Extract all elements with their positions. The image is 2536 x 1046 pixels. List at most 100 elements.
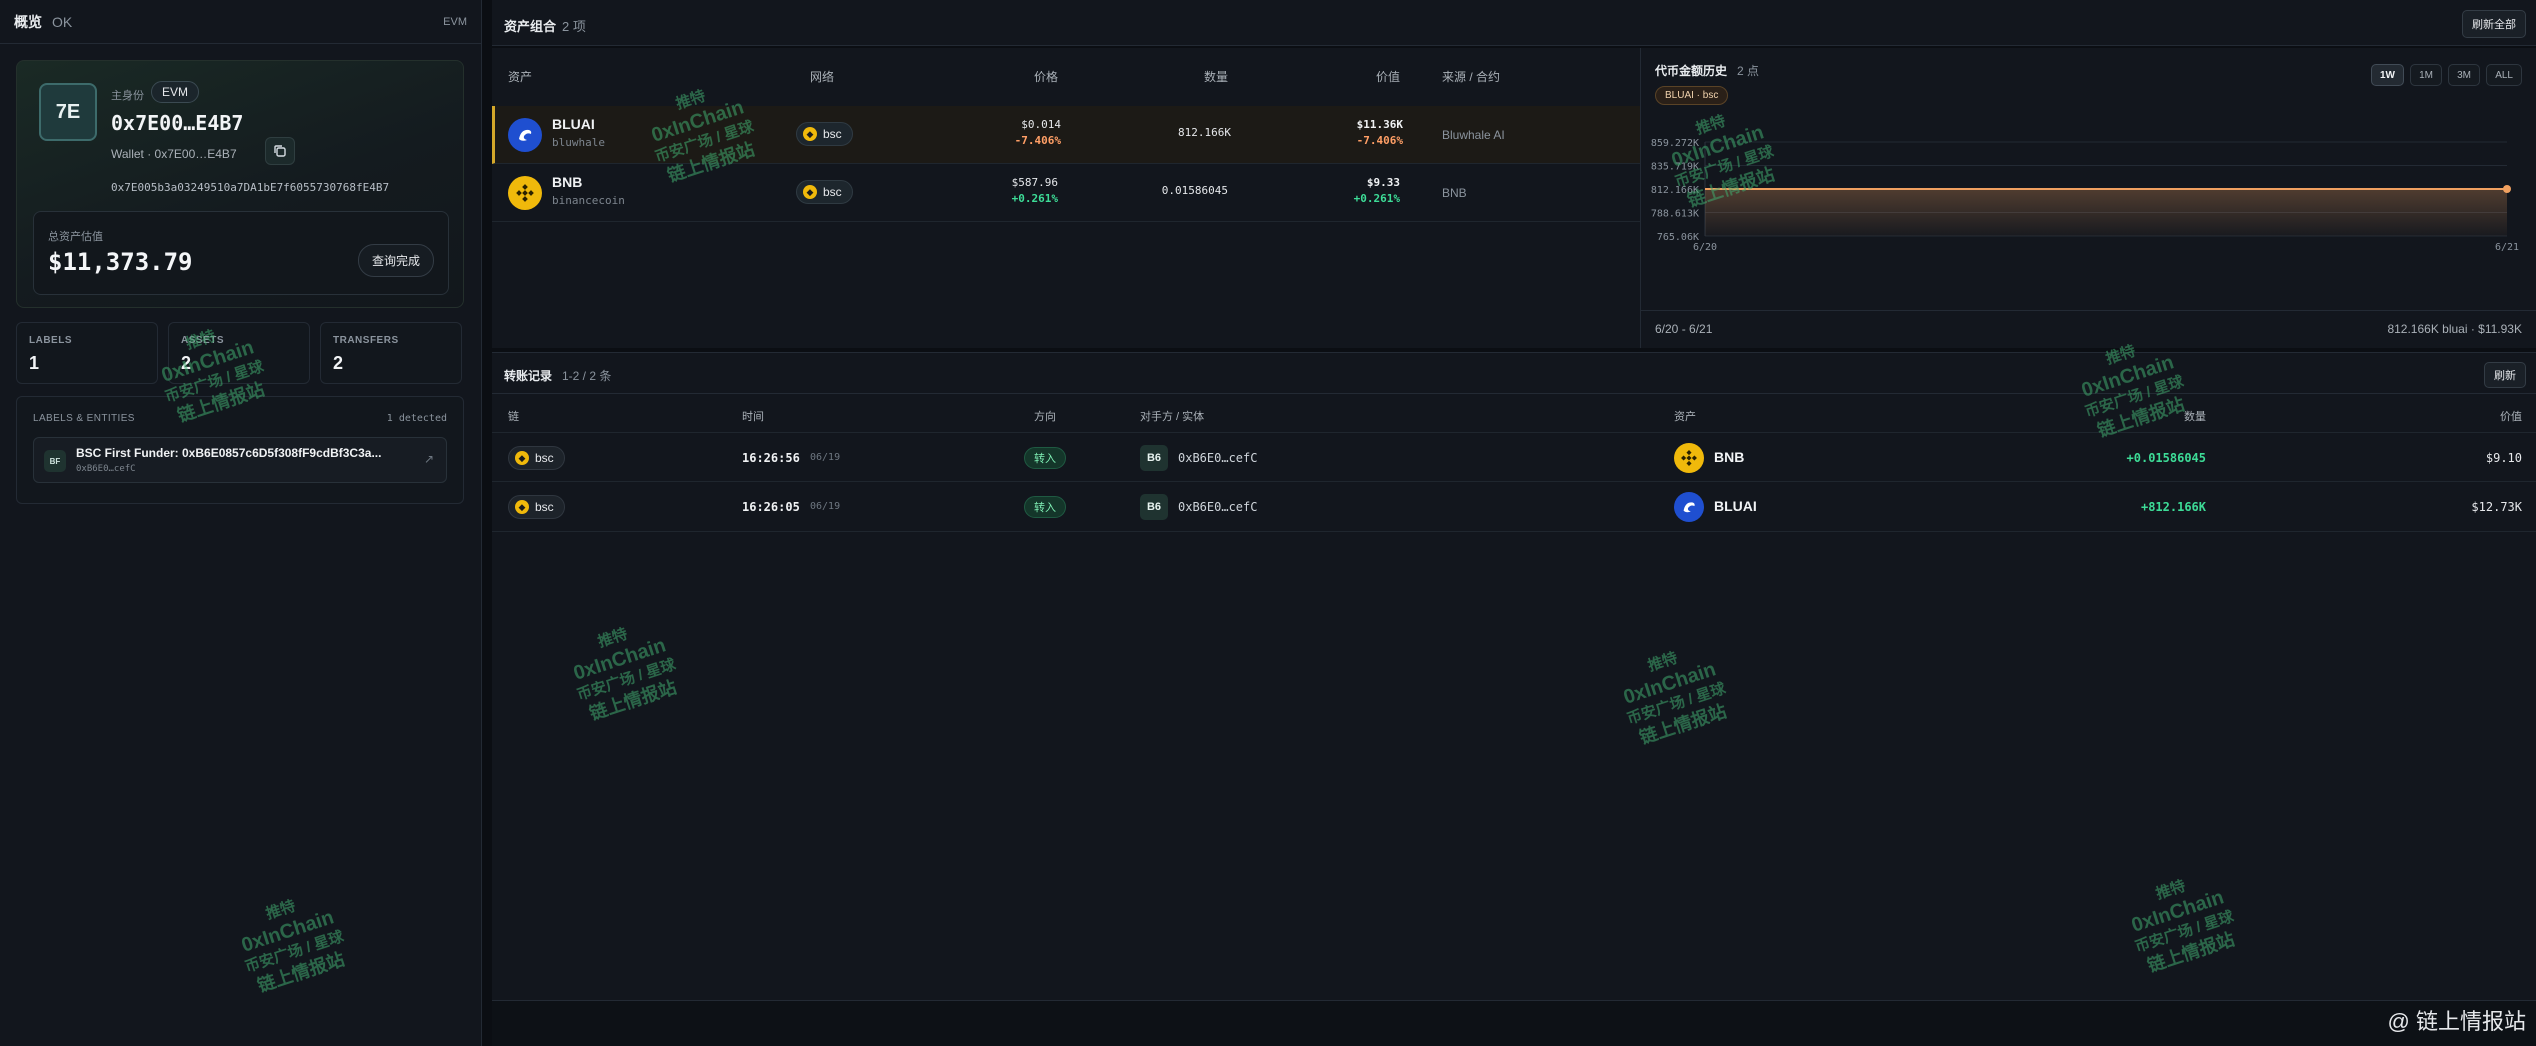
- y-tick-label: 835.719K: [1651, 162, 1699, 173]
- history-chart: 859.272K835.719K812.166K788.613K765.06K6…: [1651, 138, 2519, 253]
- transfer-qty: +0.01586045: [2126, 451, 2206, 465]
- chain-label: bsc: [535, 451, 554, 465]
- direction-chip: 转入: [1024, 496, 1066, 518]
- counterparty-address[interactable]: 0xB6E0…cefC: [1178, 451, 1257, 465]
- wallet-line: Wallet · 0x7E00…E4B7: [111, 147, 237, 161]
- history-token-chip[interactable]: BLUAI · bsc: [1655, 86, 1729, 105]
- stat-value: 2: [333, 353, 344, 373]
- corner-watermark: @ 链上情报站: [2387, 1009, 2526, 1034]
- role-label: 主身份: [111, 90, 144, 102]
- range-1m-button[interactable]: 1M: [2410, 64, 2442, 86]
- asset-price: $0.014: [1021, 118, 1061, 131]
- labels-detected: 1 detected: [386, 413, 447, 424]
- range-3m-button[interactable]: 3M: [2448, 64, 2480, 86]
- x-tick-label: 6/21: [2495, 242, 2519, 253]
- overview-title: 概览: [14, 13, 42, 30]
- stat-transfers: TRANSFERS 2: [320, 322, 462, 384]
- y-tick-label: 788.613K: [1651, 209, 1699, 220]
- col-value: 价值: [2500, 411, 2522, 423]
- stat-key: ASSETS: [181, 335, 225, 346]
- col-price: 价格: [1033, 70, 1058, 84]
- refresh-transfers-button[interactable]: 刷新: [2484, 362, 2526, 388]
- total-value-box: 总资产估值 $11,373.79 查询完成: [33, 211, 449, 295]
- area-fill: [1705, 189, 2507, 236]
- range-all-button[interactable]: ALL: [2486, 64, 2522, 86]
- table-row[interactable]: ◆ bsc 16:26:05 06/19 转入 B6 0xB6E0…cefC B…: [492, 482, 2536, 532]
- history-range-label: 6/20 - 6/21: [1655, 322, 1713, 336]
- counterparty-address[interactable]: 0xB6E0…cefC: [1178, 500, 1257, 514]
- transfers-title: 转账记录: [504, 369, 553, 383]
- labels-title: LABELS & ENTITIES: [33, 413, 135, 424]
- stat-value: 2: [181, 353, 192, 373]
- col-asset: 资产: [508, 70, 533, 84]
- col-direction: 方向: [1034, 411, 1056, 423]
- transfer-time: 16:26:05: [742, 500, 800, 514]
- transfers-table: 链 时间 方向 对手方 / 实体 资产 数量 价值 ◆ bsc 16:26:56…: [492, 394, 2536, 1000]
- bnb-icon: [1674, 443, 1704, 473]
- transfer-date: 06/19: [810, 452, 841, 463]
- history-title: 代币金额历史: [1655, 64, 1728, 78]
- portfolio-count: 2 项: [562, 19, 586, 34]
- bluwhale-icon: [508, 118, 542, 152]
- asset-source: Bluwhale AI: [1442, 128, 1505, 142]
- network-label: bsc: [823, 127, 842, 141]
- main-area: 资产组合 2 项 刷新全部 资产 网络 价格 数量 价值 来源 / 合约 BLU…: [492, 0, 2536, 1046]
- transfer-asset: BNB: [1714, 449, 1745, 465]
- stat-labels: LABELS 1: [16, 322, 158, 384]
- transfer-time: 16:26:56: [742, 451, 800, 465]
- chain-chip: EVM: [151, 81, 200, 103]
- address-short: 0x7E00…E4B7: [111, 111, 244, 135]
- portfolio-title: 资产组合: [504, 19, 557, 34]
- stat-key: TRANSFERS: [333, 335, 399, 346]
- total-label: 总资产估值: [48, 231, 103, 243]
- counterparty-badge: B6: [1140, 494, 1168, 520]
- transfer-value: $9.10: [2485, 451, 2522, 465]
- external-link-icon[interactable]: ↗: [424, 452, 434, 466]
- network-label: bsc: [823, 185, 842, 199]
- chain-chip: ◆ bsc: [508, 446, 565, 470]
- asset-table: 资产 网络 价格 数量 价值 来源 / 合约 BLUAI bluwhale ◆ …: [492, 48, 1640, 348]
- network-label: EVM: [443, 15, 467, 28]
- network-chip: ◆ bsc: [796, 122, 853, 146]
- range-1w-button[interactable]: 1W: [2371, 64, 2404, 86]
- table-row[interactable]: ◆ bsc 16:26:56 06/19 转入 B6 0xB6E0…cefC B…: [492, 432, 2536, 482]
- asset-name: BLUAI: [552, 116, 595, 132]
- entity-badge: BF: [44, 450, 66, 472]
- asset-price-change: -7.406%: [1014, 134, 1061, 147]
- y-tick-label: 859.272K: [1651, 138, 1699, 149]
- query-status-button[interactable]: 查询完成: [357, 244, 434, 277]
- x-tick-label: 6/20: [1693, 242, 1717, 253]
- col-qty: 数量: [2184, 411, 2206, 423]
- total-value: $11,373.79: [48, 248, 193, 276]
- stat-assets: ASSETS 2: [168, 322, 310, 384]
- transfer-date: 06/19: [810, 501, 841, 512]
- entity-name: BSC First Funder: 0xB6E0857c6D5f308fF9cd…: [76, 446, 382, 460]
- asset-row[interactable]: BNB binancecoin ◆ bsc $587.96 +0.261% 0.…: [492, 164, 1640, 222]
- bnb-icon: [508, 176, 542, 210]
- asset-qty: 812.166K: [1178, 126, 1231, 139]
- entity-row[interactable]: BF BSC First Funder: 0xB6E0857c6D5f308fF…: [33, 437, 447, 483]
- col-counterparty: 对手方 / 实体: [1140, 411, 1205, 423]
- address-full: 0x7E005b3a03249510a7DA1bE7f6055730768fE4…: [111, 181, 390, 194]
- bsc-icon: ◆: [803, 127, 817, 141]
- asset-price-change: +0.261%: [1011, 192, 1058, 205]
- bsc-icon: ◆: [803, 185, 817, 199]
- transfer-value: $12.73K: [2471, 500, 2522, 514]
- asset-row[interactable]: BLUAI bluwhale ◆ bsc $0.014 -7.406% 812.…: [492, 106, 1640, 164]
- refresh-all-button[interactable]: 刷新全部: [2462, 10, 2526, 38]
- chain-label: bsc: [535, 500, 554, 514]
- asset-value-change: +0.261%: [1353, 192, 1400, 205]
- col-chain: 链: [508, 411, 519, 423]
- network-chip: ◆ bsc: [796, 180, 853, 204]
- asset-value-change: -7.406%: [1356, 134, 1403, 147]
- overview-status: OK: [52, 13, 73, 30]
- col-asset: 资产: [1674, 411, 1696, 423]
- asset-sub: bluwhale: [552, 136, 605, 149]
- copy-address-button[interactable]: [265, 137, 295, 165]
- identity-card: 7E 主身份 EVM 0x7E00…E4B7 Wallet · 0x7E00…E…: [16, 60, 464, 308]
- transfers-count: 1-2 / 2 条: [562, 369, 612, 383]
- asset-value: $11.36K: [1356, 118, 1403, 131]
- token-history-panel: 代币金额历史 2 点 BLUAI · bsc 1W 1M 3M ALL 859.…: [1640, 48, 2536, 348]
- counterparty-badge: B6: [1140, 445, 1168, 471]
- col-network: 网络: [810, 70, 835, 84]
